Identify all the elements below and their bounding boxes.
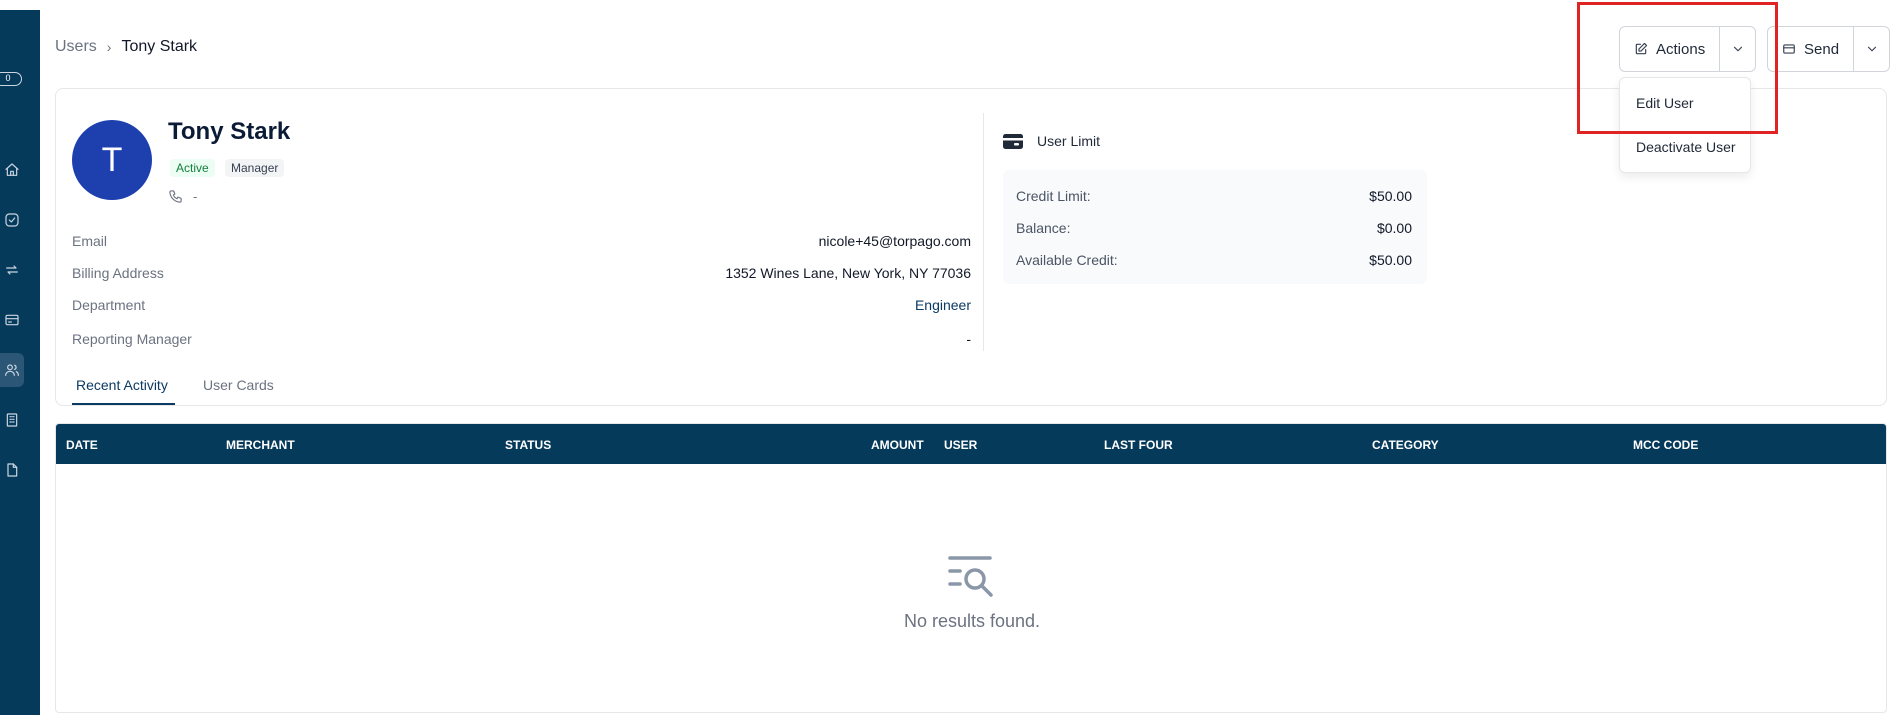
check-circle-icon	[5, 213, 19, 227]
tab-user-cards[interactable]: User Cards	[203, 377, 274, 393]
department-label: Department	[72, 297, 146, 313]
column-header-category[interactable]: CATEGORY	[1372, 438, 1439, 452]
sidebar-item-users[interactable]	[0, 353, 24, 387]
column-header-date[interactable]: DATE	[66, 438, 98, 452]
highlight-box	[1577, 2, 1778, 134]
table-header: DATE MERCHANT STATUS AMOUNT USER LAST FO…	[56, 424, 1886, 464]
sidebar-item-approvals[interactable]	[0, 203, 24, 237]
sidebar-item-documents[interactable]	[0, 453, 24, 487]
card-icon	[5, 314, 19, 326]
column-header-user[interactable]: USER	[944, 438, 977, 452]
tab-recent-activity[interactable]: Recent Activity	[76, 377, 168, 393]
document-icon	[7, 463, 18, 477]
sidebar-toggle[interactable]: 0	[0, 72, 22, 86]
chevron-right-icon: ›	[106, 39, 112, 55]
user-limit-header: User Limit	[1003, 133, 1100, 149]
credit-limit-value: $50.00	[1369, 188, 1412, 204]
send-dropdown-toggle[interactable]	[1853, 27, 1889, 71]
sidebar-item-cards[interactable]	[0, 303, 24, 337]
avatar: T	[72, 120, 152, 200]
phone-value: -	[193, 189, 198, 204]
wallet-icon	[1003, 133, 1023, 149]
sidebar: 0	[0, 10, 40, 715]
send-button-group: Send	[1767, 26, 1891, 72]
sidebar-item-home[interactable]	[0, 153, 24, 187]
home-icon	[5, 163, 19, 176]
available-credit-label: Available Credit:	[1016, 252, 1118, 268]
balance-label: Balance:	[1016, 220, 1071, 236]
status-badge: Active	[170, 159, 215, 177]
empty-state: No results found.	[56, 554, 1886, 632]
available-credit-value: $50.00	[1369, 252, 1412, 268]
transfer-icon	[6, 265, 18, 275]
user-limit-title: User Limit	[1037, 133, 1101, 149]
search-list-icon	[948, 556, 993, 597]
chevron-down-icon	[1867, 46, 1876, 52]
menu-item-deactivate-user[interactable]: Deactivate User	[1636, 139, 1736, 155]
empty-state-message: No results found.	[903, 611, 1041, 631]
department-link[interactable]: Engineer	[915, 297, 971, 313]
column-header-merchant[interactable]: MERCHANT	[226, 438, 295, 452]
active-tab-indicator	[72, 403, 175, 405]
email-label: Email	[72, 233, 108, 249]
send-button-label: Send	[1804, 40, 1840, 58]
breadcrumb-current: Tony Stark	[121, 38, 198, 55]
email-value: nicole+45@torpago.com	[818, 233, 971, 249]
app-root: 0 Users › Tony Stark Actions Send T Tony…	[0, 0, 1900, 715]
building-icon	[6, 413, 18, 427]
breadcrumb-users-link[interactable]: Users	[55, 38, 97, 56]
billing-address-label: Billing Address	[72, 265, 164, 281]
section-divider	[983, 113, 984, 351]
column-header-last-four[interactable]: LAST FOUR	[1104, 438, 1173, 452]
phone-row: -	[168, 189, 197, 204]
breadcrumb: Users › Tony Stark	[55, 38, 197, 56]
user-name: Tony Stark	[168, 118, 291, 145]
credit-limit-label: Credit Limit:	[1016, 188, 1091, 204]
sidebar-item-companies[interactable]	[0, 403, 24, 437]
reporting-manager-value: -	[966, 331, 971, 347]
billing-address-value: 1352 Wines Lane, New York, NY 77036	[725, 265, 971, 281]
column-header-mcc-code[interactable]: MCC CODE	[1633, 438, 1698, 452]
column-header-amount[interactable]: AMOUNT	[871, 438, 924, 452]
sidebar-item-transactions[interactable]	[0, 253, 24, 287]
user-profile-card	[55, 88, 1887, 406]
users-icon	[5, 364, 19, 376]
send-button[interactable]: Send	[1768, 27, 1853, 71]
card-icon	[1783, 44, 1795, 54]
reporting-manager-label: Reporting Manager	[72, 331, 192, 347]
activity-table: DATE MERCHANT STATUS AMOUNT USER LAST FO…	[55, 423, 1887, 713]
phone-icon	[169, 190, 182, 203]
column-header-status[interactable]: STATUS	[505, 438, 551, 452]
balance-value: $0.00	[1376, 220, 1412, 236]
role-badge: Manager	[225, 159, 285, 177]
